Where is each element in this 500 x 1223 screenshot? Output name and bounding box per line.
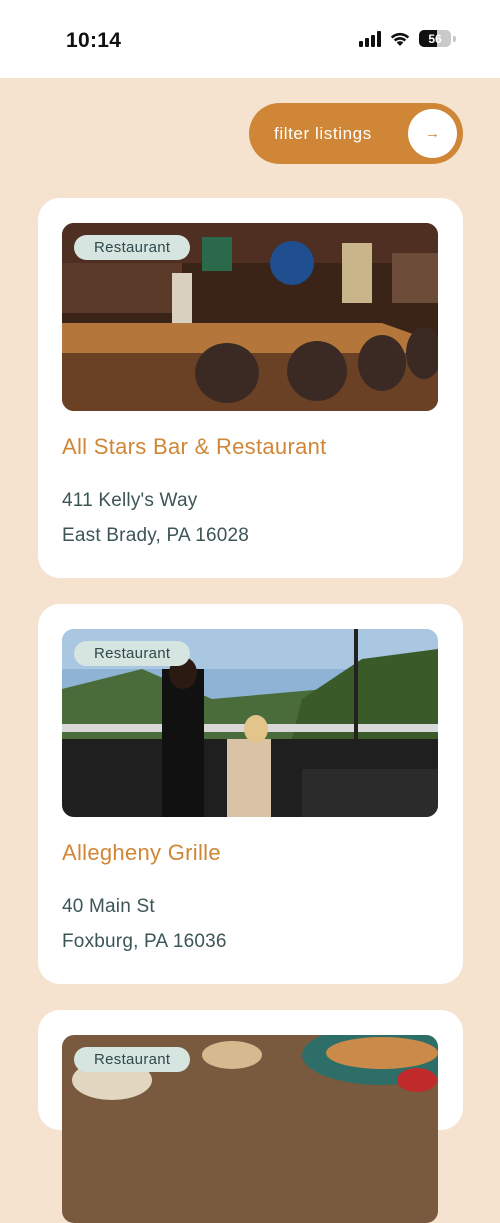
food-plates-photo: Restaurant: [62, 1035, 438, 1223]
listing-card[interactable]: Restaurant Allegheny Grille 40 Main St F…: [38, 604, 463, 984]
bar-interior-photo: Restaurant: [62, 223, 438, 411]
status-icons: 56: [359, 30, 456, 47]
cellular-signal-icon: [359, 30, 381, 47]
listing-title[interactable]: Allegheny Grille: [62, 840, 221, 866]
listing-city: East Brady, PA 16028: [62, 525, 250, 546]
status-time: 10:14: [66, 29, 122, 52]
outdoor-deck-dining-photo: Restaurant: [62, 629, 438, 817]
category-badge: Restaurant: [74, 1047, 191, 1072]
listing-card[interactable]: Restaurant All Stars Bar & Restaurant 41…: [38, 198, 463, 578]
listing-title[interactable]: All Stars Bar & Restaurant: [62, 434, 327, 460]
listing-card[interactable]: Restaurant: [38, 1010, 463, 1223]
wifi-icon: [390, 32, 410, 46]
status-bar: 10:14 56: [0, 0, 500, 78]
category-badge: Restaurant: [74, 641, 191, 666]
listing-street: 40 Main St: [62, 896, 155, 917]
battery-percent: 56: [428, 31, 442, 46]
arrow-right-icon: →: [408, 109, 457, 158]
category-badge: Restaurant: [74, 235, 191, 260]
filter-listings-button[interactable]: filter listings →: [249, 103, 463, 164]
listing-street: 411 Kelly's Way: [62, 490, 198, 511]
listing-city: Foxburg, PA 16036: [62, 931, 227, 952]
filter-listings-label: filter listings: [274, 123, 372, 143]
battery-icon: 56: [419, 30, 451, 47]
